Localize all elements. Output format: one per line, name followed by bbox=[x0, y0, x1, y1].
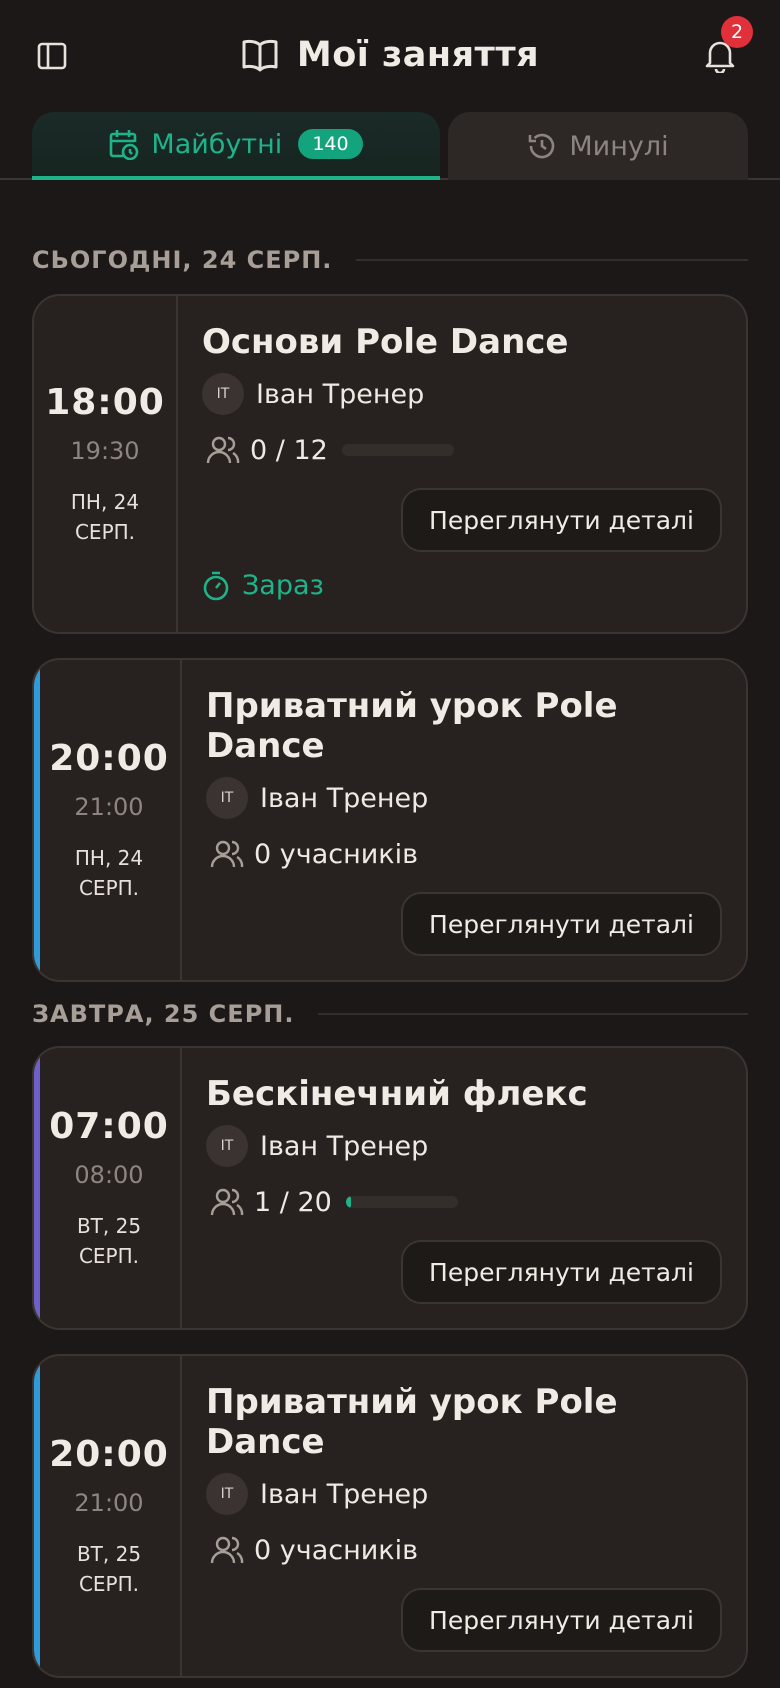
attendance-row: 0 учасників bbox=[206, 832, 722, 876]
trainer-name: Іван Тренер bbox=[256, 378, 425, 410]
attendance-row: 0 / 12 bbox=[202, 428, 722, 472]
sidebar-icon bbox=[37, 42, 67, 70]
class-info: Бескінечний флекс IT Іван Тренер 1 / 20 … bbox=[182, 1048, 746, 1328]
trainer-avatar: IT bbox=[206, 1473, 248, 1515]
class-card[interactable]: 07:00 08:00 ВТ, 25 СЕРП. Бескінечний флек… bbox=[32, 1046, 748, 1330]
card-accent bbox=[34, 660, 40, 980]
attendance-count: 0 учасників bbox=[254, 838, 419, 870]
class-time: 20:00 21:00 ПН, 24 СЕРП. bbox=[38, 660, 182, 980]
class-title: Бескінечний флекс bbox=[206, 1074, 588, 1114]
notifications-button[interactable]: 2 bbox=[700, 16, 753, 76]
calendar-clock-icon bbox=[110, 130, 139, 160]
tab-past[interactable]: Минулі bbox=[448, 112, 748, 180]
trainer-row: IT Іван Тренер bbox=[206, 1472, 722, 1516]
tab-upcoming-label: Майбутні bbox=[151, 128, 283, 160]
class-time: 07:00 08:00 ВТ, 25 СЕРП. bbox=[38, 1048, 182, 1328]
trainer-row: IT Іван Тренер bbox=[206, 776, 722, 820]
tab-upcoming[interactable]: Майбутні 140 bbox=[32, 112, 440, 180]
timer-icon bbox=[203, 571, 229, 600]
trainer-name: Іван Тренер bbox=[260, 1478, 429, 1510]
class-info: Приватний урок Pole Dance IT Іван Тренер… bbox=[182, 1356, 746, 1676]
trainer-avatar: IT bbox=[206, 1125, 248, 1167]
start-time: 20:00 bbox=[49, 737, 169, 779]
end-time: 21:00 bbox=[74, 792, 144, 821]
page-title-group: Мої заняття bbox=[241, 35, 539, 75]
attendance-count: 0 / 12 bbox=[250, 434, 328, 466]
class-info: Приватний урок Pole Dance IT Іван Тренер… bbox=[182, 660, 746, 980]
class-time: 20:00 21:00 ВТ, 25 СЕРП. bbox=[38, 1356, 182, 1676]
history-icon bbox=[529, 133, 555, 159]
tab-upcoming-count: 140 bbox=[298, 129, 363, 159]
capacity-bar bbox=[345, 1196, 458, 1208]
section-divider bbox=[318, 1013, 748, 1015]
class-date: ПН, 24 СЕРП. bbox=[74, 845, 144, 900]
attendance-count: 1 / 20 bbox=[254, 1186, 332, 1218]
class-date: ПН, 24 СЕРП. bbox=[70, 489, 140, 544]
sidebar-toggle-button[interactable] bbox=[34, 38, 70, 74]
trainer-avatar: IT bbox=[206, 777, 248, 819]
attendance-row: 0 учасників bbox=[206, 1528, 722, 1572]
class-date: ВТ, 25 СЕРП. bbox=[76, 1541, 142, 1596]
end-time: 08:00 bbox=[74, 1160, 144, 1189]
app-header: Мої заняття 2 bbox=[0, 0, 780, 112]
class-card[interactable]: 20:00 21:00 ПН, 24 СЕРП. Приватний урок P… bbox=[32, 658, 748, 982]
class-card[interactable]: 18:00 19:30 ПН, 24 СЕРП. Основи Pole Danc… bbox=[32, 294, 748, 634]
start-time: 18:00 bbox=[45, 381, 165, 423]
users-icon bbox=[210, 840, 244, 868]
class-info: Основи Pole Dance IT Іван Тренер 0 / 12 … bbox=[178, 296, 746, 632]
view-details-button[interactable]: Переглянути деталі bbox=[401, 488, 722, 552]
section-header-today: СЬОГОДНІ, 24 СЕРП. bbox=[32, 246, 748, 274]
capacity-bar-fill bbox=[345, 1196, 352, 1208]
end-time: 19:30 bbox=[70, 436, 140, 465]
card-accent bbox=[34, 1048, 40, 1328]
trainer-row: IT Іван Тренер bbox=[202, 372, 722, 416]
section-header-tomorrow: ЗАВТРА, 25 СЕРП. bbox=[32, 1000, 748, 1028]
end-time: 21:00 bbox=[74, 1488, 144, 1517]
section-title: СЬОГОДНІ, 24 СЕРП. bbox=[32, 246, 333, 274]
view-details-button[interactable]: Переглянути деталі bbox=[401, 1240, 722, 1304]
users-icon bbox=[210, 1536, 244, 1564]
section-title: ЗАВТРА, 25 СЕРП. bbox=[32, 1000, 295, 1028]
page-title: Мої заняття bbox=[296, 35, 540, 75]
class-tabs: Майбутні 140 Минулі bbox=[0, 112, 780, 180]
book-open-icon bbox=[242, 39, 278, 72]
notification-badge: 2 bbox=[721, 16, 753, 48]
section-divider bbox=[356, 259, 748, 261]
view-details-button[interactable]: Переглянути деталі bbox=[401, 892, 722, 956]
users-icon bbox=[206, 436, 240, 464]
trainer-name: Іван Тренер bbox=[260, 1130, 429, 1162]
start-time: 07:00 bbox=[49, 1105, 169, 1147]
trainer-name: Іван Тренер bbox=[260, 782, 429, 814]
attendance-count: 0 учасників bbox=[254, 1534, 419, 1566]
users-icon bbox=[210, 1188, 244, 1216]
card-accent bbox=[34, 1356, 40, 1676]
tab-past-label: Минулі bbox=[569, 130, 669, 162]
now-status: Зараз bbox=[202, 570, 324, 601]
capacity-bar bbox=[341, 444, 454, 456]
trainer-avatar: IT bbox=[202, 373, 244, 415]
class-title: Приватний урок Pole Dance bbox=[206, 1382, 618, 1462]
class-title: Приватний урок Pole Dance bbox=[206, 686, 618, 766]
start-time: 20:00 bbox=[49, 1433, 169, 1475]
class-time: 18:00 19:30 ПН, 24 СЕРП. bbox=[34, 296, 178, 632]
attendance-row: 1 / 20 bbox=[206, 1180, 722, 1224]
view-details-button[interactable]: Переглянути деталі bbox=[401, 1588, 722, 1652]
status-label: Зараз bbox=[242, 570, 324, 601]
trainer-row: IT Іван Тренер bbox=[206, 1124, 722, 1168]
class-card[interactable]: 20:00 21:00 ВТ, 25 СЕРП. Приватний урок P… bbox=[32, 1354, 748, 1678]
class-date: ВТ, 25 СЕРП. bbox=[76, 1213, 142, 1268]
class-title: Основи Pole Dance bbox=[202, 322, 569, 362]
